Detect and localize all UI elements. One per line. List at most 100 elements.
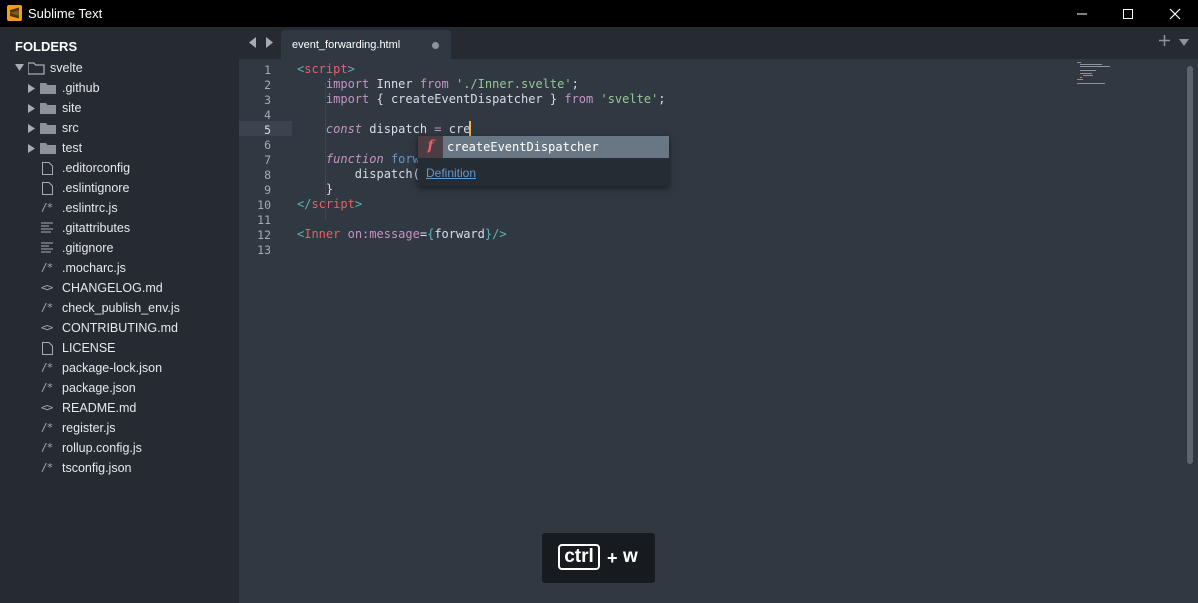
tree-item[interactable]: .eslintignore [0, 178, 239, 198]
tree-item[interactable]: .gitignore [0, 238, 239, 258]
editor[interactable]: 1 2 3 4 5 6 7 8 9 10 11 12 13 <script> import Inner … [239, 59, 1198, 603]
js-file-icon: /* [41, 201, 53, 214]
caret-down-icon[interactable] [15, 64, 24, 72]
tree-item-label: package-lock.json [62, 361, 163, 375]
code-token: './Inner.svelte' [455, 77, 572, 91]
caret-right-icon[interactable] [28, 124, 35, 133]
tree-item-label: src [62, 121, 79, 135]
js-file-icon: /* [41, 421, 53, 434]
tree-item[interactable]: /* .mocharc.js [0, 258, 239, 278]
code-token: const [325, 122, 363, 136]
w-key: w [623, 546, 638, 567]
code-line: import Inner from './Inner.svelte'; [297, 77, 579, 91]
title-bar: Sublime Text [0, 0, 1198, 27]
markup-file-icon: <> [41, 321, 53, 334]
tree-item[interactable]: test [0, 138, 239, 158]
close-icon [1169, 8, 1181, 20]
tree-item-label: rollup.config.js [62, 441, 142, 455]
tree-item[interactable]: .gitattributes [0, 218, 239, 238]
code-line: import { createEventDispatcher } from 's… [297, 92, 666, 106]
code-line: const dispatch = cre [297, 122, 471, 136]
tree-item[interactable]: /* package.json [0, 378, 239, 398]
code-token: Inner [304, 227, 341, 241]
line-number: 2 [264, 78, 271, 92]
tree-item[interactable]: src [0, 118, 239, 138]
tree-item[interactable]: /* rollup.config.js [0, 438, 239, 458]
tree-item[interactable]: LICENSE [0, 338, 239, 358]
js-file-icon: /* [41, 361, 53, 374]
line-number: 12 [257, 228, 271, 242]
code-token: { createEventDispatcher } [369, 92, 565, 106]
code-token: } [297, 182, 334, 196]
tree-item-label: tsconfig.json [62, 461, 132, 475]
tree-item[interactable]: /* tsconfig.json [0, 458, 239, 478]
tree-item[interactable]: .editorconfig [0, 158, 239, 178]
code-token: > [354, 197, 363, 211]
caret-right-icon[interactable] [28, 104, 35, 113]
tree-item-label: site [62, 101, 82, 115]
js-file-icon: /* [41, 441, 53, 454]
autocomplete-item[interactable]: f createEventDispatcher [418, 136, 669, 158]
code-line: dispatch( [297, 167, 420, 181]
folder-icon [40, 83, 56, 94]
tree-item[interactable]: /* package-lock.json [0, 358, 239, 378]
tree-item-label: .eslintignore [62, 181, 130, 195]
definition-link[interactable]: Definition [426, 166, 476, 180]
code-token: dispatch [362, 122, 435, 136]
line-number: 5 [264, 123, 271, 137]
file-icon [42, 162, 53, 175]
tree-item-label: .eslintrc.js [62, 201, 118, 215]
tree-item-label: register.js [62, 421, 116, 435]
line-number: 8 [264, 168, 271, 182]
tree-item-label: check_publish_env.js [62, 301, 180, 315]
tree-item[interactable]: /* .eslintrc.js [0, 198, 239, 218]
function-kind-icon: f [418, 136, 443, 158]
vertical-scrollbar[interactable] [1187, 66, 1193, 464]
close-button[interactable] [1152, 0, 1198, 27]
tab-menu-chevron-icon[interactable] [1179, 39, 1189, 46]
tree-item[interactable]: /* check_publish_env.js [0, 298, 239, 318]
tree-item-label: LICENSE [62, 341, 116, 355]
lines-file-icon [41, 242, 53, 253]
code-line: <Inner on:message={forward}/> [297, 227, 507, 241]
unsaved-dot-icon[interactable] [432, 42, 439, 49]
code-line: } [297, 182, 333, 196]
caret-right-icon[interactable] [28, 144, 35, 153]
tree-item[interactable]: site [0, 98, 239, 118]
tree-item[interactable]: <> CHANGELOG.md [0, 278, 239, 298]
tree-item[interactable]: .github [0, 78, 239, 98]
tree-item-label: .editorconfig [62, 161, 131, 175]
tree-item[interactable]: <> CONTRIBUTING.md [0, 318, 239, 338]
new-tab-plus-icon[interactable] [1159, 35, 1170, 46]
folder-open-icon [28, 62, 45, 75]
tree-item[interactable]: <> README.md [0, 398, 239, 418]
js-file-icon: /* [41, 261, 53, 274]
tree-item[interactable]: /* register.js [0, 418, 239, 438]
tree-item-label: test [62, 141, 83, 155]
tree-item-label: .github [62, 81, 100, 95]
caret-right-icon[interactable] [28, 84, 35, 93]
code-token: dispatch( [354, 167, 420, 181]
nav-arrows-icon[interactable] [249, 37, 273, 48]
tree-item-label: CONTRIBUTING.md [62, 321, 178, 335]
line-number: 6 [264, 138, 271, 152]
minimize-button[interactable] [1059, 0, 1105, 27]
line-number: 4 [264, 108, 271, 122]
file-icon [42, 182, 53, 195]
autocomplete-popup: f createEventDispatcher Definition [418, 136, 669, 186]
code-token: > [347, 62, 355, 76]
line-number: 9 [264, 183, 271, 197]
ctrl-key: ctrl [558, 544, 600, 570]
minimap[interactable] [1077, 62, 1139, 92]
tree-root-folder[interactable]: svelte [0, 58, 239, 78]
folder-icon [40, 143, 56, 154]
maximize-button[interactable] [1105, 0, 1151, 27]
tab-event-forwarding[interactable]: event_forwarding.html [281, 30, 451, 59]
sidebar: FOLDERS svelte .github site src test .editor… [0, 27, 239, 603]
code-token: 'svelte' [600, 92, 659, 106]
